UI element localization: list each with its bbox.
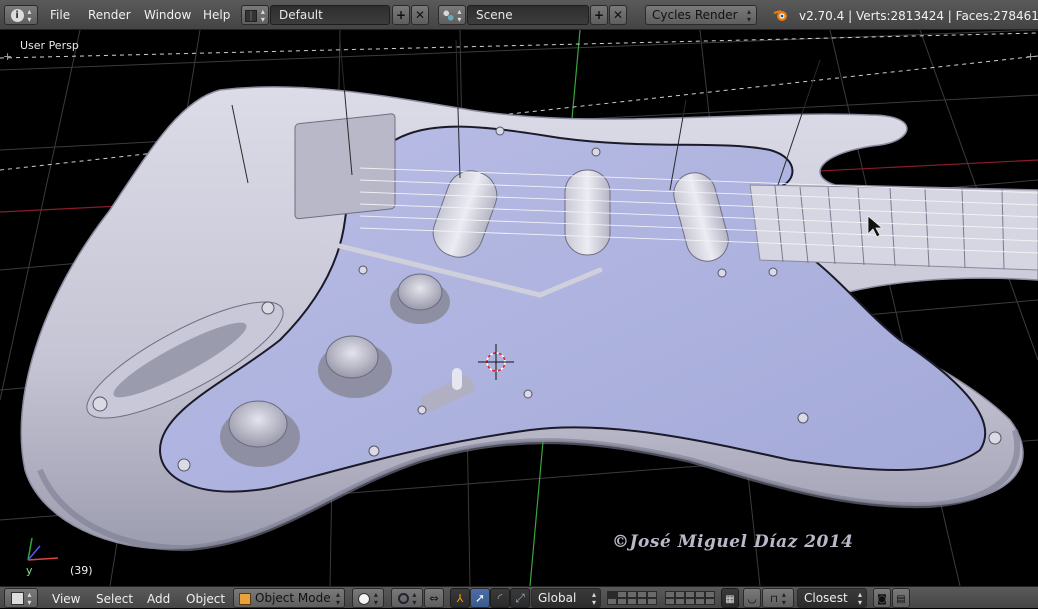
axis-y-label: y	[26, 564, 33, 577]
scene-browse-button[interactable]: ▴ ▾	[438, 5, 466, 25]
pivot-icon	[397, 593, 409, 604]
scene-name: Scene	[476, 8, 513, 22]
menu-help[interactable]: Help	[203, 8, 230, 22]
proportional-icon: ◡	[747, 592, 757, 605]
interaction-mode-label: Object Mode	[255, 591, 331, 605]
editor-type-selector[interactable]: i ▴ ▾	[4, 5, 38, 25]
viewport-shading-select[interactable]: ▴ ▾	[352, 588, 384, 608]
snap-toggle-button[interactable]: ⊓ ▴ ▾	[762, 588, 794, 608]
blender-logo-icon	[773, 8, 789, 22]
updown-arrows-icon: ▴ ▾	[27, 6, 32, 24]
rotate-manipulator-button[interactable]: ◜	[490, 588, 510, 608]
render-animation-button[interactable]: ▤	[892, 588, 910, 608]
menu-window[interactable]: Window	[144, 8, 191, 22]
add-scene-button[interactable]: +	[590, 5, 608, 25]
updown-arrows-icon: ▴ ▾	[781, 589, 786, 607]
proportional-editing-button[interactable]: ◡	[743, 588, 761, 608]
editor-type-3d-view-button[interactable]: ▴ ▾	[4, 588, 38, 608]
clapperboard-icon: ▤	[896, 594, 906, 605]
add-screen-button[interactable]: +	[392, 5, 410, 25]
scale-manipulator-button[interactable]: ⤢	[510, 588, 530, 608]
frame-number: (39)	[70, 564, 93, 577]
manipulator-icon: ⅄	[456, 592, 464, 605]
updown-arrows-icon: ▴ ▾	[457, 6, 462, 24]
updown-arrows-icon: ▴ ▾	[591, 590, 596, 607]
pivot-point-select[interactable]: ▴ ▾	[391, 588, 423, 608]
watermark-signature: ©José Miguel Díaz 2014	[612, 532, 854, 552]
menu-add[interactable]: Add	[147, 592, 170, 606]
bridge	[294, 113, 396, 220]
updown-arrows-icon: ▴ ▾	[746, 7, 751, 24]
scene-icon	[442, 10, 454, 21]
layers-lock-icon: ▦	[725, 594, 735, 605]
scale-icon: ⤢	[515, 591, 525, 605]
info-header: i ▴ ▾ File Render Window Help ▴ ▾ Default …	[0, 0, 1038, 30]
layout-grid-icon	[245, 9, 258, 22]
updown-arrows-icon: ▴ ▾	[373, 589, 378, 607]
manipulate-center-points-button[interactable]: ⇔	[424, 588, 444, 608]
lock-camera-layers-button[interactable]: ▦	[721, 588, 739, 608]
transform-orientation-label: Global	[538, 591, 577, 605]
updown-arrows-icon: ▴ ▾	[335, 590, 340, 607]
screen-layout-field[interactable]: Default	[270, 5, 390, 25]
rotate-arc-icon: ◜	[497, 591, 503, 605]
delete-scene-button[interactable]: ✕	[609, 5, 627, 25]
scene-render: + +	[0, 30, 1038, 586]
info-icon: i	[10, 9, 24, 22]
updown-arrows-icon: ▴ ▾	[857, 590, 862, 607]
updown-arrows-icon: ▴ ▾	[27, 589, 32, 607]
interaction-mode-select[interactable]: Object Mode ▴ ▾	[233, 588, 345, 608]
render-engine-select[interactable]: Cycles Render ▴ ▾	[645, 5, 757, 25]
screen-layout-name: Default	[279, 8, 323, 22]
menu-select[interactable]: Select	[96, 592, 133, 606]
layer-buttons[interactable]	[607, 588, 719, 608]
magnet-icon: ⊓	[770, 594, 778, 605]
transform-orientation-select[interactable]: Global ▴ ▾	[531, 588, 601, 608]
scene-statistics: v2.70.4 | Verts:2813424 | Faces:2784617 …	[799, 9, 1038, 23]
solid-shading-icon	[358, 592, 371, 605]
object-mode-icon	[239, 592, 251, 605]
snap-target-label: Closest	[804, 591, 848, 605]
cube-icon	[10, 592, 24, 605]
view-name-label: User Persp	[20, 39, 79, 52]
snap-target-select[interactable]: Closest ▴ ▾	[797, 588, 867, 608]
clip-dashed-line	[0, 32, 1038, 59]
delete-screen-button[interactable]: ✕	[411, 5, 429, 25]
camera-icon: ◙	[877, 594, 887, 605]
updown-arrows-icon: ▴ ▾	[260, 6, 265, 24]
viewport-header: ▴ ▾ View Select Add Object Object Mode ▴ ▾…	[0, 586, 1038, 608]
translate-manipulator-button[interactable]: ➚	[470, 588, 490, 608]
menu-file[interactable]: File	[50, 8, 70, 22]
screen-layout-browse-button[interactable]: ▴ ▾	[241, 5, 269, 25]
manipulator-toggle[interactable]: ⅄	[450, 588, 470, 608]
menu-view[interactable]: View	[52, 592, 80, 606]
translate-arrow-icon: ➚	[474, 591, 486, 605]
area-split-widget-right: +	[1026, 50, 1035, 63]
updown-arrows-icon: ▴ ▾	[412, 589, 417, 607]
area-split-widget-left: +	[3, 50, 12, 63]
render-still-button[interactable]: ◙	[873, 588, 891, 608]
menu-object[interactable]: Object	[186, 592, 225, 606]
center-points-icon: ⇔	[429, 592, 439, 605]
menu-render[interactable]: Render	[88, 8, 131, 22]
3d-viewport[interactable]: + + User Persp y (39) ©José Miguel Díaz …	[0, 30, 1038, 586]
scene-field[interactable]: Scene	[467, 5, 589, 25]
render-engine-label: Cycles Render	[652, 8, 738, 22]
